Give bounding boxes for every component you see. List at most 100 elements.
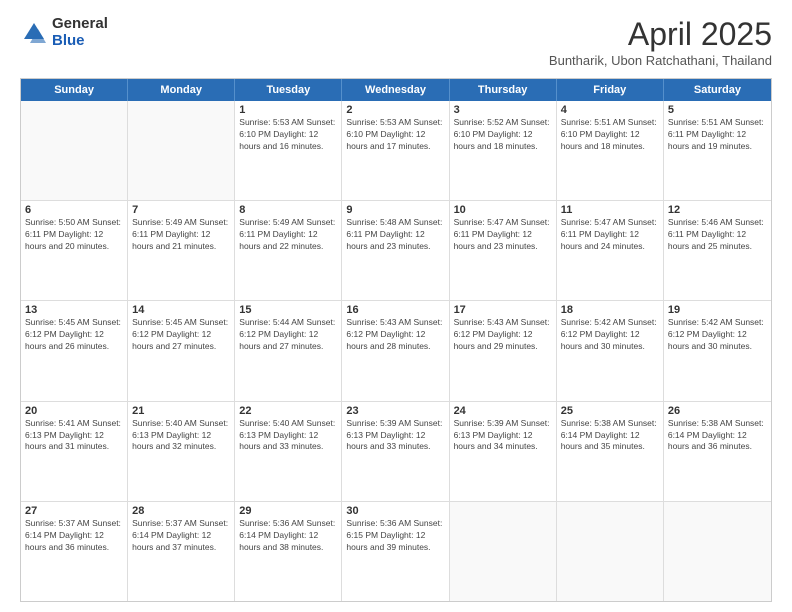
- header-day-tuesday: Tuesday: [235, 79, 342, 101]
- day-number: 26: [668, 405, 767, 417]
- day-number: 19: [668, 304, 767, 316]
- day-info: Sunrise: 5:46 AM Sunset: 6:11 PM Dayligh…: [668, 217, 767, 253]
- day-info: Sunrise: 5:43 AM Sunset: 6:12 PM Dayligh…: [454, 317, 552, 353]
- day-number: 12: [668, 204, 767, 216]
- day-number: 13: [25, 304, 123, 316]
- page: General Blue April 2025 Buntharik, Ubon …: [0, 0, 792, 612]
- day-cell-13: 13Sunrise: 5:45 AM Sunset: 6:12 PM Dayli…: [21, 301, 128, 400]
- day-cell-26: 26Sunrise: 5:38 AM Sunset: 6:14 PM Dayli…: [664, 402, 771, 501]
- day-info: Sunrise: 5:41 AM Sunset: 6:13 PM Dayligh…: [25, 418, 123, 454]
- calendar-row-3: 13Sunrise: 5:45 AM Sunset: 6:12 PM Dayli…: [21, 300, 771, 400]
- day-cell-9: 9Sunrise: 5:48 AM Sunset: 6:11 PM Daylig…: [342, 201, 449, 300]
- day-info: Sunrise: 5:51 AM Sunset: 6:10 PM Dayligh…: [561, 117, 659, 153]
- day-info: Sunrise: 5:36 AM Sunset: 6:14 PM Dayligh…: [239, 518, 337, 554]
- day-info: Sunrise: 5:50 AM Sunset: 6:11 PM Dayligh…: [25, 217, 123, 253]
- day-cell-3: 3Sunrise: 5:52 AM Sunset: 6:10 PM Daylig…: [450, 101, 557, 200]
- day-number: 22: [239, 405, 337, 417]
- day-cell-23: 23Sunrise: 5:39 AM Sunset: 6:13 PM Dayli…: [342, 402, 449, 501]
- day-cell-22: 22Sunrise: 5:40 AM Sunset: 6:13 PM Dayli…: [235, 402, 342, 501]
- day-cell-15: 15Sunrise: 5:44 AM Sunset: 6:12 PM Dayli…: [235, 301, 342, 400]
- day-number: 2: [346, 104, 444, 116]
- day-number: 18: [561, 304, 659, 316]
- day-cell-16: 16Sunrise: 5:43 AM Sunset: 6:12 PM Dayli…: [342, 301, 449, 400]
- day-number: 20: [25, 405, 123, 417]
- day-info: Sunrise: 5:49 AM Sunset: 6:11 PM Dayligh…: [239, 217, 337, 253]
- day-number: 1: [239, 104, 337, 116]
- day-number: 25: [561, 405, 659, 417]
- day-number: 8: [239, 204, 337, 216]
- day-cell-8: 8Sunrise: 5:49 AM Sunset: 6:11 PM Daylig…: [235, 201, 342, 300]
- calendar-row-1: 1Sunrise: 5:53 AM Sunset: 6:10 PM Daylig…: [21, 101, 771, 200]
- day-cell-20: 20Sunrise: 5:41 AM Sunset: 6:13 PM Dayli…: [21, 402, 128, 501]
- day-cell-30: 30Sunrise: 5:36 AM Sunset: 6:15 PM Dayli…: [342, 502, 449, 601]
- day-cell-2: 2Sunrise: 5:53 AM Sunset: 6:10 PM Daylig…: [342, 101, 449, 200]
- day-info: Sunrise: 5:43 AM Sunset: 6:12 PM Dayligh…: [346, 317, 444, 353]
- day-info: Sunrise: 5:38 AM Sunset: 6:14 PM Dayligh…: [561, 418, 659, 454]
- day-number: 6: [25, 204, 123, 216]
- day-cell-28: 28Sunrise: 5:37 AM Sunset: 6:14 PM Dayli…: [128, 502, 235, 601]
- day-number: 3: [454, 104, 552, 116]
- header-day-wednesday: Wednesday: [342, 79, 449, 101]
- day-cell-empty-4-4: [450, 502, 557, 601]
- day-info: Sunrise: 5:36 AM Sunset: 6:15 PM Dayligh…: [346, 518, 444, 554]
- logo-general: General: [52, 16, 108, 33]
- day-number: 23: [346, 405, 444, 417]
- day-cell-25: 25Sunrise: 5:38 AM Sunset: 6:14 PM Dayli…: [557, 402, 664, 501]
- day-number: 30: [346, 505, 444, 517]
- day-number: 27: [25, 505, 123, 517]
- day-cell-27: 27Sunrise: 5:37 AM Sunset: 6:14 PM Dayli…: [21, 502, 128, 601]
- header: General Blue April 2025 Buntharik, Ubon …: [20, 16, 772, 68]
- header-day-friday: Friday: [557, 79, 664, 101]
- day-info: Sunrise: 5:39 AM Sunset: 6:13 PM Dayligh…: [454, 418, 552, 454]
- day-cell-10: 10Sunrise: 5:47 AM Sunset: 6:11 PM Dayli…: [450, 201, 557, 300]
- day-info: Sunrise: 5:38 AM Sunset: 6:14 PM Dayligh…: [668, 418, 767, 454]
- day-number: 14: [132, 304, 230, 316]
- logo: General Blue: [20, 16, 108, 49]
- day-number: 5: [668, 104, 767, 116]
- day-cell-19: 19Sunrise: 5:42 AM Sunset: 6:12 PM Dayli…: [664, 301, 771, 400]
- day-cell-5: 5Sunrise: 5:51 AM Sunset: 6:11 PM Daylig…: [664, 101, 771, 200]
- header-day-saturday: Saturday: [664, 79, 771, 101]
- day-info: Sunrise: 5:40 AM Sunset: 6:13 PM Dayligh…: [132, 418, 230, 454]
- day-cell-11: 11Sunrise: 5:47 AM Sunset: 6:11 PM Dayli…: [557, 201, 664, 300]
- logo-icon: [20, 19, 48, 47]
- day-info: Sunrise: 5:44 AM Sunset: 6:12 PM Dayligh…: [239, 317, 337, 353]
- calendar-row-5: 27Sunrise: 5:37 AM Sunset: 6:14 PM Dayli…: [21, 501, 771, 601]
- calendar-row-4: 20Sunrise: 5:41 AM Sunset: 6:13 PM Dayli…: [21, 401, 771, 501]
- day-info: Sunrise: 5:49 AM Sunset: 6:11 PM Dayligh…: [132, 217, 230, 253]
- day-cell-empty-0-1: [128, 101, 235, 200]
- header-day-monday: Monday: [128, 79, 235, 101]
- day-number: 9: [346, 204, 444, 216]
- day-info: Sunrise: 5:47 AM Sunset: 6:11 PM Dayligh…: [561, 217, 659, 253]
- day-cell-6: 6Sunrise: 5:50 AM Sunset: 6:11 PM Daylig…: [21, 201, 128, 300]
- day-info: Sunrise: 5:40 AM Sunset: 6:13 PM Dayligh…: [239, 418, 337, 454]
- logo-text: General Blue: [52, 16, 108, 49]
- day-cell-29: 29Sunrise: 5:36 AM Sunset: 6:14 PM Dayli…: [235, 502, 342, 601]
- day-cell-14: 14Sunrise: 5:45 AM Sunset: 6:12 PM Dayli…: [128, 301, 235, 400]
- title-location: Buntharik, Ubon Ratchathani, Thailand: [549, 53, 772, 68]
- day-info: Sunrise: 5:37 AM Sunset: 6:14 PM Dayligh…: [25, 518, 123, 554]
- day-number: 28: [132, 505, 230, 517]
- day-number: 29: [239, 505, 337, 517]
- day-number: 10: [454, 204, 552, 216]
- day-info: Sunrise: 5:51 AM Sunset: 6:11 PM Dayligh…: [668, 117, 767, 153]
- header-day-thursday: Thursday: [450, 79, 557, 101]
- day-info: Sunrise: 5:53 AM Sunset: 6:10 PM Dayligh…: [346, 117, 444, 153]
- day-cell-empty-4-5: [557, 502, 664, 601]
- day-number: 4: [561, 104, 659, 116]
- day-info: Sunrise: 5:39 AM Sunset: 6:13 PM Dayligh…: [346, 418, 444, 454]
- day-info: Sunrise: 5:47 AM Sunset: 6:11 PM Dayligh…: [454, 217, 552, 253]
- day-number: 24: [454, 405, 552, 417]
- day-cell-1: 1Sunrise: 5:53 AM Sunset: 6:10 PM Daylig…: [235, 101, 342, 200]
- day-info: Sunrise: 5:52 AM Sunset: 6:10 PM Dayligh…: [454, 117, 552, 153]
- day-info: Sunrise: 5:42 AM Sunset: 6:12 PM Dayligh…: [561, 317, 659, 353]
- day-info: Sunrise: 5:45 AM Sunset: 6:12 PM Dayligh…: [25, 317, 123, 353]
- day-number: 15: [239, 304, 337, 316]
- day-number: 16: [346, 304, 444, 316]
- day-cell-7: 7Sunrise: 5:49 AM Sunset: 6:11 PM Daylig…: [128, 201, 235, 300]
- logo-blue: Blue: [52, 33, 108, 50]
- title-block: April 2025 Buntharik, Ubon Ratchathani, …: [549, 16, 772, 68]
- day-info: Sunrise: 5:48 AM Sunset: 6:11 PM Dayligh…: [346, 217, 444, 253]
- day-cell-empty-0-0: [21, 101, 128, 200]
- day-info: Sunrise: 5:53 AM Sunset: 6:10 PM Dayligh…: [239, 117, 337, 153]
